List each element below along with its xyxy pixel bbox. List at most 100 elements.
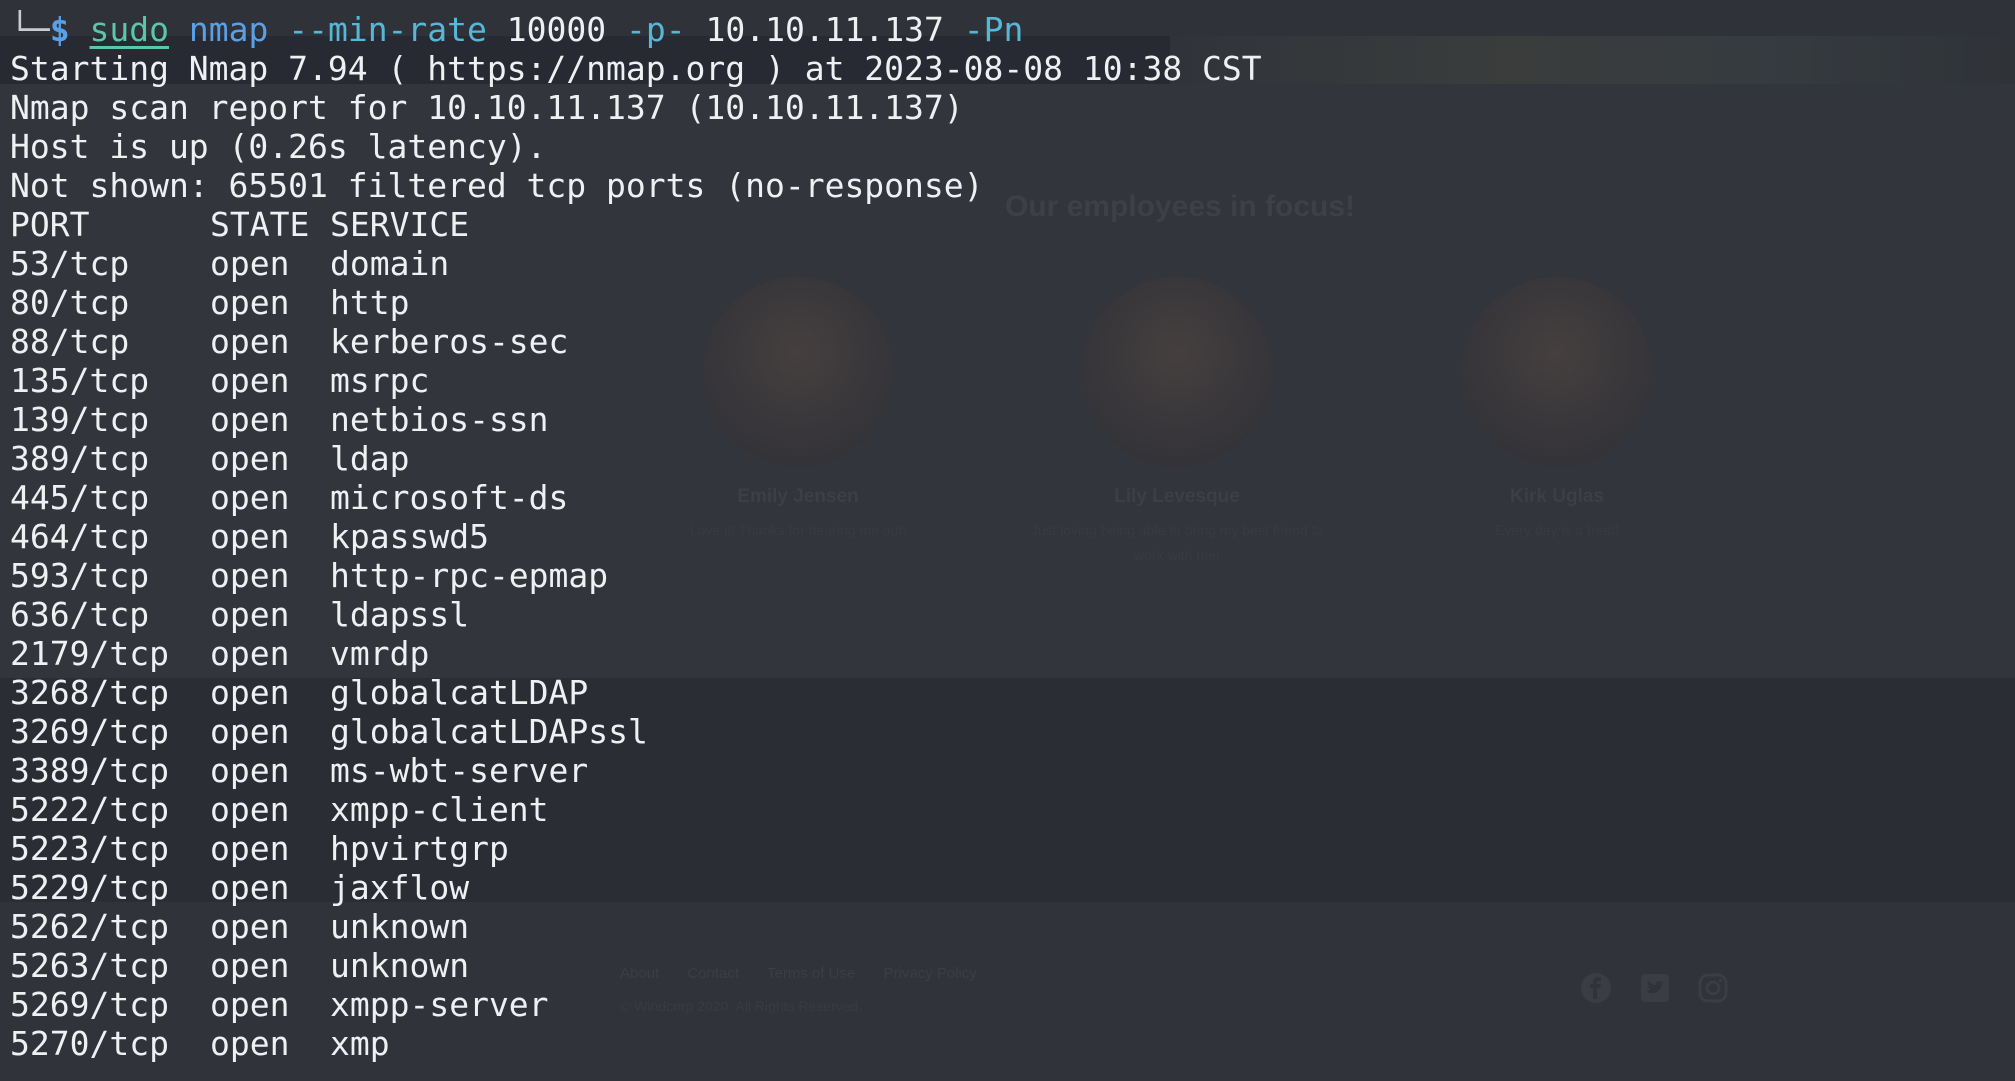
port-number: 135/tcp xyxy=(10,361,150,400)
port-state: open xyxy=(210,946,290,985)
port-service: xmpp-server xyxy=(330,985,549,1024)
port-state: open xyxy=(210,478,290,517)
port-state: open xyxy=(210,712,290,751)
port-row: 5269/tcp open xmpp-server xyxy=(10,985,2000,1024)
command-prompt-line: └─$ sudo nmap --min-rate 10000 -p- 10.10… xyxy=(10,10,2000,49)
port-row: 53/tcp open domain xyxy=(10,244,2000,283)
port-state: open xyxy=(210,556,290,595)
port-state: open xyxy=(210,907,290,946)
port-service: netbios-ssn xyxy=(330,400,549,439)
port-state: open xyxy=(210,244,290,283)
port-number: 3269/tcp xyxy=(10,712,169,751)
output-line: Starting Nmap 7.94 ( https://nmap.org ) … xyxy=(10,49,1262,88)
port-service: globalcatLDAPssl xyxy=(330,712,648,751)
command-sudo: sudo xyxy=(89,10,169,49)
output-line: Nmap scan report for 10.10.11.137 (10.10… xyxy=(10,88,964,127)
port-number: 80/tcp xyxy=(10,283,130,322)
port-service: ms-wbt-server xyxy=(330,751,589,790)
port-row: 135/tcp open msrpc xyxy=(10,361,2000,400)
port-row: 5262/tcp open unknown xyxy=(10,907,2000,946)
port-number: 2179/tcp xyxy=(10,634,169,673)
port-service: ldap xyxy=(330,439,410,478)
port-number: 3268/tcp xyxy=(10,673,169,712)
port-service: jaxflow xyxy=(330,868,470,907)
port-table-header: PORT STATE SERVICE xyxy=(10,205,2000,244)
port-row: 139/tcp open netbios-ssn xyxy=(10,400,2000,439)
column-header-state: STATE xyxy=(210,205,310,244)
port-state: open xyxy=(210,400,290,439)
port-number: 5223/tcp xyxy=(10,829,169,868)
port-state: open xyxy=(210,283,290,322)
port-service: globalcatLDAP xyxy=(330,673,589,712)
command-min-rate-value: 10000 xyxy=(506,10,607,49)
port-number: 389/tcp xyxy=(10,439,150,478)
port-state: open xyxy=(210,985,290,1024)
port-number: 593/tcp xyxy=(10,556,150,595)
port-service: unknown xyxy=(330,907,470,946)
port-row: 5270/tcp open xmp xyxy=(10,1024,2000,1063)
port-service: unknown xyxy=(330,946,470,985)
port-row: 5263/tcp open unknown xyxy=(10,946,2000,985)
port-number: 445/tcp xyxy=(10,478,150,517)
port-service: msrpc xyxy=(330,361,430,400)
port-number: 139/tcp xyxy=(10,400,150,439)
port-number: 53/tcp xyxy=(10,244,130,283)
port-service: xmpp-client xyxy=(330,790,549,829)
port-service: kerberos-sec xyxy=(330,322,569,361)
port-table: 53/tcp open domain 80/tcp open http 88/tcp open… xyxy=(10,244,2000,1063)
port-state: open xyxy=(210,868,290,907)
port-row: 80/tcp open http xyxy=(10,283,2000,322)
port-row: 5223/tcp open hpvirtgrp xyxy=(10,829,2000,868)
port-row: 5229/tcp open jaxflow xyxy=(10,868,2000,907)
command-flag-pn: -Pn xyxy=(963,10,1024,49)
output-line: Host is up (0.26s latency). xyxy=(10,127,547,166)
port-state: open xyxy=(210,439,290,478)
port-state: open xyxy=(210,322,290,361)
port-state: open xyxy=(210,790,290,829)
port-row: 389/tcp open ldap xyxy=(10,439,2000,478)
port-state: open xyxy=(210,361,290,400)
port-row: 3269/tcp open globalcatLDAPssl xyxy=(10,712,2000,751)
command-target: 10.10.11.137 xyxy=(705,10,944,49)
port-service: hpvirtgrp xyxy=(330,829,509,868)
column-header-port: PORT xyxy=(10,205,90,244)
port-state: open xyxy=(210,829,290,868)
port-state: open xyxy=(210,751,290,790)
port-row: 445/tcp open microsoft-ds xyxy=(10,478,2000,517)
port-number: 5270/tcp xyxy=(10,1024,169,1063)
port-number: 5263/tcp xyxy=(10,946,169,985)
port-state: open xyxy=(210,1024,290,1063)
port-service: microsoft-ds xyxy=(330,478,569,517)
port-row: 5222/tcp open xmpp-client xyxy=(10,790,2000,829)
port-state: open xyxy=(210,517,290,556)
port-service: kpasswd5 xyxy=(330,517,489,556)
port-row: 3268/tcp open globalcatLDAP xyxy=(10,673,2000,712)
port-number: 5262/tcp xyxy=(10,907,169,946)
command-program: nmap xyxy=(188,10,269,49)
command-flag-ports: -p- xyxy=(626,10,686,49)
prompt-corner: └─ xyxy=(10,10,50,49)
port-service: ldapssl xyxy=(330,595,470,634)
port-service: vmrdp xyxy=(330,634,430,673)
column-header-service: SERVICE xyxy=(330,205,470,244)
prompt-symbol: $ xyxy=(49,10,70,49)
port-row: 636/tcp open ldapssl xyxy=(10,595,2000,634)
port-service: http-rpc-epmap xyxy=(330,556,609,595)
port-state: open xyxy=(210,595,290,634)
port-service: http xyxy=(330,283,410,322)
port-number: 5229/tcp xyxy=(10,868,169,907)
port-row: 3389/tcp open ms-wbt-server xyxy=(10,751,2000,790)
port-number: 88/tcp xyxy=(10,322,130,361)
terminal-output[interactable]: └─$ sudo nmap --min-rate 10000 -p- 10.10… xyxy=(10,10,2000,1076)
port-row: 593/tcp open http-rpc-epmap xyxy=(10,556,2000,595)
port-number: 464/tcp xyxy=(10,517,150,556)
output-line: Not shown: 65501 filtered tcp ports (no-… xyxy=(10,166,984,205)
command-flag-min-rate: --min-rate xyxy=(288,10,487,49)
port-row: 464/tcp open kpasswd5 xyxy=(10,517,2000,556)
port-number: 3389/tcp xyxy=(10,751,169,790)
port-row: 2179/tcp open vmrdp xyxy=(10,634,2000,673)
port-service: xmp xyxy=(330,1024,390,1063)
port-number: 5222/tcp xyxy=(10,790,169,829)
port-state: open xyxy=(210,673,290,712)
port-row: 88/tcp open kerberos-sec xyxy=(10,322,2000,361)
